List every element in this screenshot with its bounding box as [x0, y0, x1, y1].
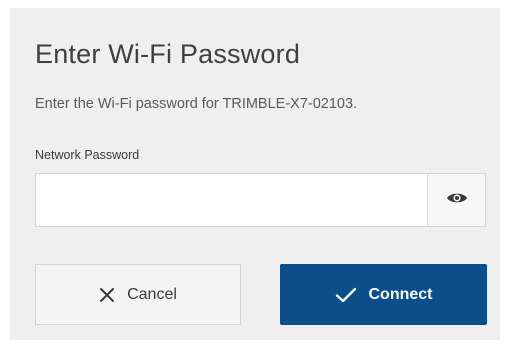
eye-icon [446, 191, 468, 210]
cancel-button-label: Cancel [127, 285, 177, 303]
password-input[interactable] [36, 174, 427, 226]
password-field-group [35, 173, 486, 227]
connect-button[interactable]: Connect [280, 264, 487, 325]
dialog-description: Enter the Wi-Fi password for TRIMBLE-X7-… [35, 96, 358, 112]
password-field-label: Network Password [35, 148, 140, 162]
close-icon [99, 287, 115, 303]
dialog-title: Enter Wi-Fi Password [35, 39, 301, 69]
connect-button-label: Connect [368, 285, 433, 303]
cancel-button[interactable]: Cancel [35, 264, 241, 325]
wifi-password-dialog: Enter Wi-Fi Password Enter the Wi-Fi pas… [10, 8, 500, 340]
checkmark-icon [335, 287, 357, 303]
show-password-toggle[interactable] [427, 174, 485, 226]
